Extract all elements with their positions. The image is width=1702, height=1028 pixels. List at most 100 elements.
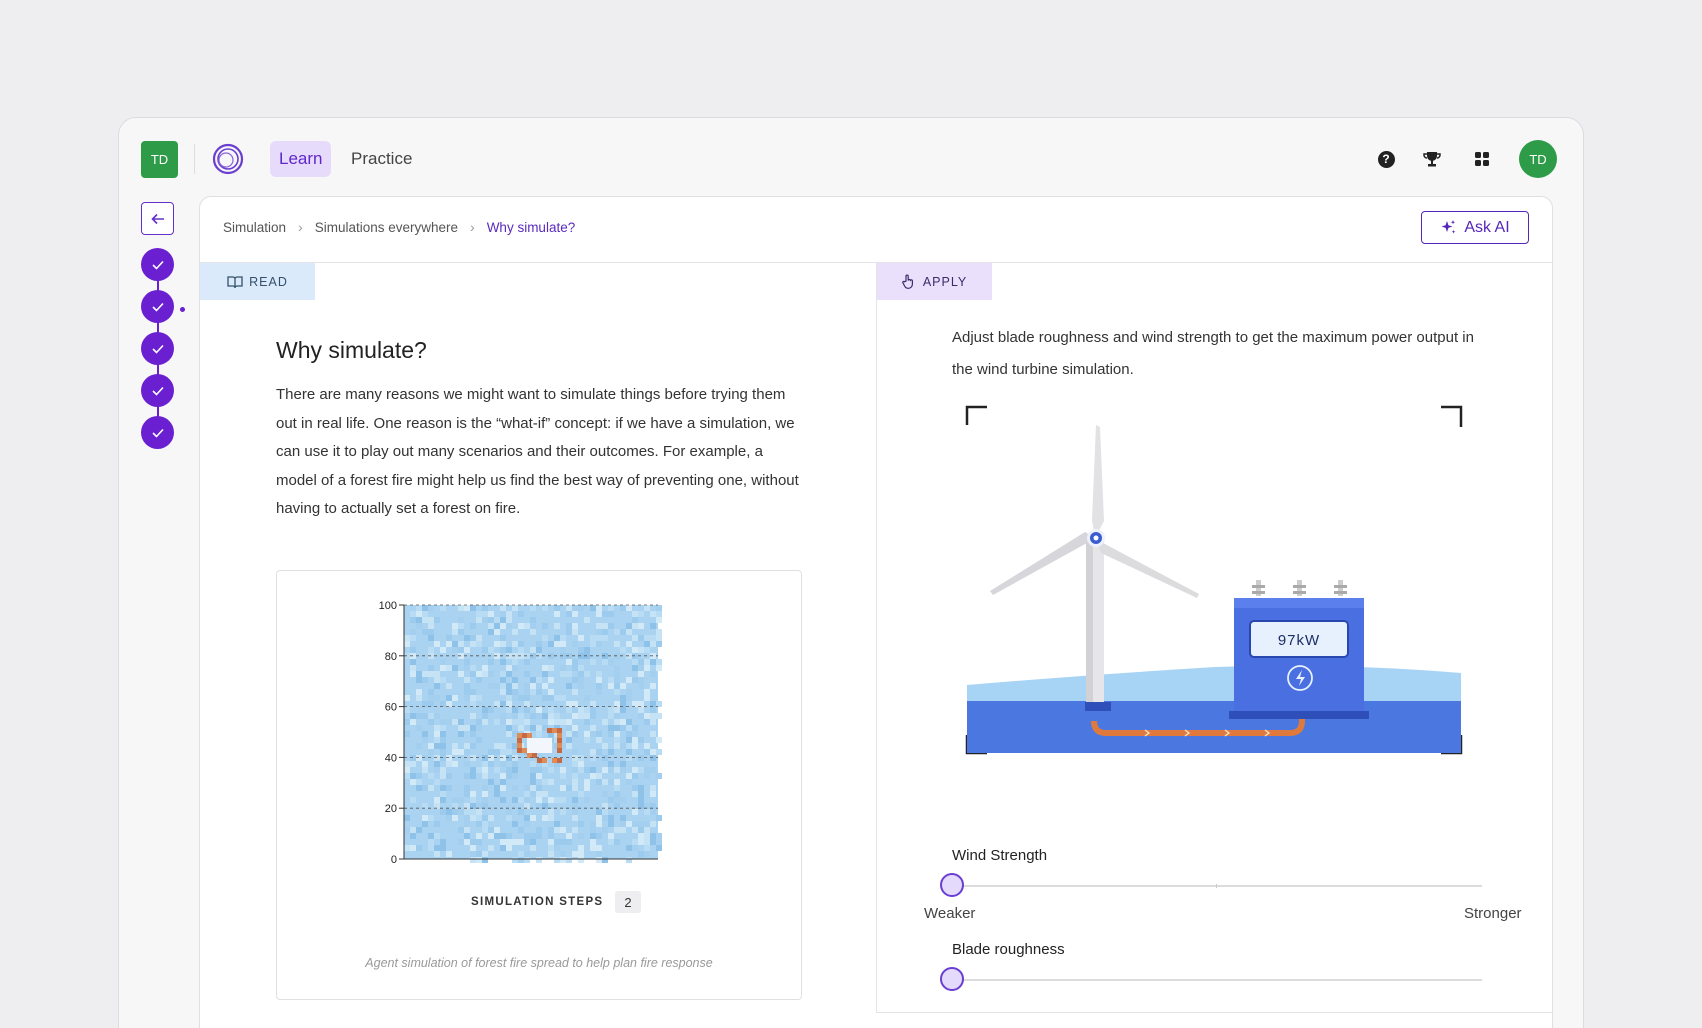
heatmap-cell — [500, 671, 506, 677]
back-button[interactable] — [141, 202, 174, 235]
heatmap-cell — [590, 701, 596, 707]
heatmap-cell — [620, 767, 626, 773]
heatmap-cell — [644, 767, 650, 773]
heatmap-cell — [404, 815, 410, 821]
heatmap-cell — [596, 779, 602, 785]
lesson-card: Simulation › Simulations everywhere › Wh… — [199, 196, 1553, 1028]
heatmap-cell — [632, 701, 638, 707]
heatmap-cell — [608, 731, 614, 737]
heatmap-cell — [404, 827, 410, 833]
heatmap-cell — [482, 719, 488, 725]
breadcrumb-item-simulation[interactable]: Simulation — [223, 220, 286, 235]
heatmap-cell — [638, 821, 644, 827]
simulation-steps-value[interactable]: 2 — [615, 891, 641, 913]
heatmap-cell — [500, 833, 506, 839]
progress-step-5[interactable] — [141, 416, 174, 449]
nav-learn-tab[interactable]: Learn — [270, 141, 332, 177]
heatmap-cell — [476, 809, 482, 815]
heatmap-cell — [482, 605, 488, 611]
heatmap-cell — [416, 785, 422, 791]
progress-step-2[interactable] — [141, 290, 174, 323]
heatmap-cell — [554, 719, 560, 725]
heatmap-cell — [494, 719, 500, 725]
heatmap-cell — [416, 779, 422, 785]
profile-avatar[interactable]: TD — [1519, 140, 1557, 178]
heatmap-cell — [626, 719, 632, 725]
heatmap-cell — [638, 713, 644, 719]
heatmap-cell — [626, 677, 632, 683]
trophy-icon[interactable] — [1419, 146, 1445, 172]
heatmap-cell — [488, 833, 494, 839]
heatmap-cell — [440, 767, 446, 773]
apps-grid-icon[interactable] — [1469, 146, 1495, 172]
heatmap-cell — [470, 815, 476, 821]
blade-roughness-slider-thumb[interactable] — [940, 967, 964, 991]
heatmap-cell — [566, 719, 572, 725]
heatmap-cell — [446, 635, 452, 641]
heatmap-cell — [458, 623, 464, 629]
heatmap-cell — [596, 833, 602, 839]
breadcrumb-item-simulations-everywhere[interactable]: Simulations everywhere — [315, 220, 458, 235]
heatmap-cell — [626, 857, 632, 863]
wind-strength-slider-thumb[interactable] — [940, 873, 964, 897]
heatmap-cell — [416, 677, 422, 683]
heatmap-cell — [446, 785, 452, 791]
blade-roughness-track[interactable] — [952, 979, 1482, 981]
progress-step-1[interactable] — [141, 248, 174, 281]
heatmap-cell — [530, 845, 536, 851]
heatmap-cell — [500, 845, 506, 851]
heatmap-cell — [428, 629, 434, 635]
heatmap-cell — [434, 743, 440, 749]
heatmap-cell — [644, 647, 650, 653]
heatmap-cell — [530, 725, 536, 731]
heatmap-cell — [506, 815, 512, 821]
heatmap-cell — [464, 695, 470, 701]
heatmap-cell — [632, 677, 638, 683]
sparkle-icon — [1441, 220, 1456, 234]
heatmap-cell — [542, 605, 548, 611]
heatmap-cell — [614, 839, 620, 845]
heatmap-cell — [482, 827, 488, 833]
heatmap-cell — [560, 671, 566, 677]
fire-cell — [557, 743, 562, 748]
heatmap-cell — [572, 611, 578, 617]
heatmap-cell — [638, 755, 644, 761]
heatmap-cell — [638, 677, 644, 683]
heatmap-cell — [434, 641, 440, 647]
user-avatar-square[interactable]: TD — [141, 141, 178, 178]
heatmap-cell — [554, 845, 560, 851]
heatmap-cell — [476, 851, 482, 857]
heatmap-cell — [512, 659, 518, 665]
heatmap-cell — [548, 707, 554, 713]
ask-ai-button[interactable]: Ask AI — [1421, 211, 1529, 244]
heatmap-cell — [404, 719, 410, 725]
heatmap-cell — [506, 755, 512, 761]
blade-left — [990, 532, 1095, 595]
app-window: TD Learn Practice ? TD Simulation › Simu… — [118, 117, 1584, 1028]
lesson-body-text: There are many reasons we might want to … — [276, 386, 799, 518]
heatmap-cell — [536, 773, 542, 779]
heatmap-cell — [488, 827, 494, 833]
heatmap-cell — [620, 761, 626, 767]
progress-step-3[interactable] — [141, 332, 174, 365]
heatmap-cell — [512, 695, 518, 701]
heatmap-cell — [500, 689, 506, 695]
heatmap-cell — [500, 797, 506, 803]
heatmap-cell — [632, 785, 638, 791]
heatmap-cell — [410, 635, 416, 641]
heatmap-cell — [650, 755, 656, 761]
heatmap-cell — [428, 635, 434, 641]
brand-logo-icon[interactable] — [211, 142, 245, 176]
heatmap-cell — [416, 695, 422, 701]
heatmap-cell — [614, 713, 620, 719]
heatmap-cell — [458, 617, 464, 623]
heatmap-cell — [626, 689, 632, 695]
header-divider — [194, 144, 195, 174]
progress-step-4[interactable] — [141, 374, 174, 407]
help-icon[interactable]: ? — [1373, 146, 1399, 172]
heatmap-cell — [440, 785, 446, 791]
wind-strength-track[interactable] — [952, 885, 1482, 887]
nav-practice-tab[interactable]: Practice — [341, 141, 422, 177]
heatmap-cell — [560, 647, 566, 653]
heatmap-cell — [650, 683, 656, 689]
